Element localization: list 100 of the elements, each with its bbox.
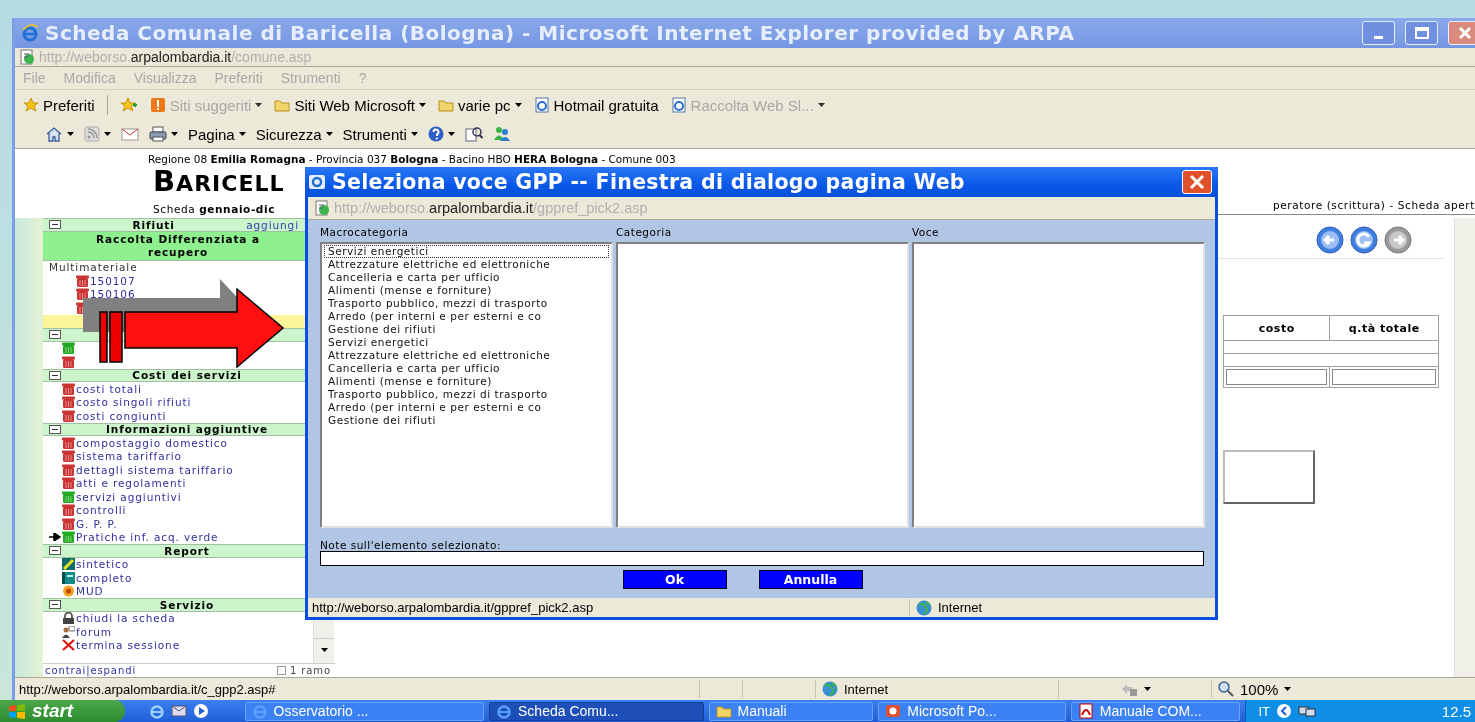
list-option[interactable]: Cancelleria e carta per ufficio [324, 271, 609, 284]
list-option[interactable]: Alimenti (mense e forniture) [324, 375, 609, 388]
sidebar-link[interactable]: chiudi la scheda [76, 612, 176, 625]
notes-field[interactable] [320, 551, 1204, 566]
print-icon[interactable] [149, 126, 167, 142]
start-button[interactable]: start [0, 700, 125, 722]
collapse-toggle[interactable] [49, 330, 61, 340]
help-icon[interactable] [427, 126, 444, 142]
sidebar-link[interactable]: G. P. P. [76, 517, 118, 530]
sidebar-link[interactable]: 150106 [90, 288, 136, 301]
sidebar-link[interactable]: MUD [76, 585, 104, 598]
caret-icon [1143, 687, 1151, 691]
input-field[interactable] [1332, 369, 1436, 385]
sidebar-link[interactable]: servizi aggiuntivi [76, 490, 182, 503]
checkbox[interactable] [276, 666, 286, 675]
cross-icon [62, 639, 75, 652]
text-box[interactable] [1223, 450, 1315, 504]
toolbar-menu[interactable]: Pagina [188, 125, 246, 143]
folder-icon [438, 98, 454, 112]
address-field[interactable]: http://weborso.arpalombardia.it/comune.asp [39, 49, 1475, 65]
list-option[interactable]: Alimenti (mense e forniture) [324, 284, 609, 297]
research-icon[interactable] [464, 126, 483, 142]
list-option[interactable]: Servizi energetici [324, 336, 609, 349]
taskbar-button[interactable]: Osservatorio ... [244, 701, 484, 721]
list-option[interactable]: Attrezzature elettriche ed elettroniche [324, 258, 609, 271]
collapse-toggle[interactable] [49, 600, 61, 610]
sidebar-link[interactable]: costi congiunti [76, 409, 167, 422]
sidebar-link[interactable]: termina sessione [76, 639, 180, 652]
taskbar-button[interactable]: Manuale COM... [1070, 701, 1241, 721]
list-option[interactable]: Arredo (per interni e per esterni e co [324, 310, 609, 323]
sidebar-link[interactable]: compostaggio domestico [76, 436, 228, 449]
sidebar-link[interactable]: costi totali [76, 382, 142, 395]
list-option[interactable]: Cancelleria e carta per ufficio [324, 362, 609, 375]
refresh-button[interactable] [1350, 226, 1378, 254]
list-option[interactable]: Attrezzature elettriche ed elettroniche [324, 349, 609, 362]
favorites-item[interactable]: Siti Web Microsoft [274, 96, 426, 114]
toolbar-button[interactable] [45, 126, 74, 142]
toolbar-button[interactable] [427, 126, 455, 142]
media-player-icon[interactable] [192, 703, 209, 719]
taskbar-button[interactable]: Scheda Comu... [489, 701, 704, 721]
page-heading: BARICELL [153, 166, 285, 199]
network-icon[interactable] [1298, 703, 1317, 719]
toolbar-button[interactable] [149, 126, 178, 142]
collapse-toggle[interactable] [49, 220, 61, 230]
sidebar-link[interactable]: dettagli sistema tariffario [76, 463, 234, 476]
collapse-toggle[interactable] [49, 370, 61, 380]
folder-icon [274, 98, 291, 112]
toolbar-menu[interactable]: Strumenti [342, 125, 418, 143]
input-field[interactable] [1226, 369, 1328, 385]
list-option[interactable]: Gestione dei rifiuti [324, 414, 609, 427]
sidebar-link[interactable]: 150107 [90, 274, 136, 287]
web-page-icon [533, 97, 550, 113]
sidebar-link[interactable]: atti e regolamenti [76, 477, 187, 490]
sidebar-link[interactable]: sistema tariffario [76, 450, 182, 463]
list-label: Macrocategoria [320, 226, 410, 240]
sidebar-link[interactable]: sintetico [76, 558, 129, 571]
people-icon [62, 625, 75, 638]
toolbar-button[interactable] [84, 126, 111, 142]
expand-collapse-link[interactable]: contrai|espandi [45, 665, 137, 676]
taskbar-button[interactable]: Manuali [708, 701, 874, 721]
favorites-item[interactable]: varie pc [438, 96, 522, 114]
ok-button[interactable]: Ok [622, 570, 727, 589]
minimize-button[interactable] [1362, 21, 1395, 45]
close-button[interactable] [1448, 21, 1475, 45]
add-link[interactable]: aggiungi [246, 218, 299, 231]
sidebar-link[interactable]: Pratiche inf. acq. verde [76, 531, 219, 544]
messenger-icon[interactable] [492, 126, 511, 142]
close-icon [1457, 26, 1472, 40]
checkbox-label: 1 ramo [289, 665, 331, 676]
sidebar-link[interactable]: controlli [76, 504, 127, 517]
status-url: http://weborso.arpalombardia.it/gppref_pick2.asp [311, 600, 595, 615]
favorites-item[interactable]: Preferiti [23, 96, 95, 114]
mail-icon[interactable] [170, 703, 187, 719]
taskbar-button[interactable]: Microsoft Po... [878, 701, 1066, 721]
list-option[interactable]: Trasporto pubblico, mezzi di trasporto [324, 388, 609, 401]
add-favorite-icon[interactable] [119, 97, 138, 113]
list-option[interactable]: Trasporto pubblico, mezzi di trasporto [324, 297, 609, 310]
back-button[interactable] [1316, 226, 1344, 254]
favorites-item[interactable]: Hotmail gratuita [533, 96, 659, 114]
browser-icon[interactable] [148, 703, 165, 719]
collapse-toggle[interactable] [49, 424, 61, 434]
maximize-button[interactable] [1405, 21, 1438, 45]
list-box[interactable] [320, 242, 613, 528]
sidebar-link[interactable]: forum [76, 625, 112, 638]
list-option[interactable]: Gestione dei rifiuti [324, 323, 609, 336]
page-icon [19, 49, 35, 65]
toolbar-menu[interactable]: Sicurezza [255, 125, 333, 143]
zoom-control[interactable]: 100% [1211, 680, 1344, 698]
tray-expand-icon[interactable] [1276, 703, 1293, 719]
mail-icon[interactable] [121, 127, 139, 141]
dialog-title: Seleziona voce GPP -- Finestra di dialogo pagina Web [332, 170, 966, 194]
sidebar-link[interactable]: costo singoli rifiuti [76, 396, 192, 409]
sidebar-link[interactable]: completo [76, 571, 133, 584]
home-icon[interactable] [45, 126, 63, 142]
security-zone: Internet [844, 681, 889, 697]
scrollbar[interactable] [1454, 218, 1475, 677]
collapse-toggle[interactable] [49, 546, 61, 556]
list-option[interactable]: Arredo (per interni e per esterni e co [324, 401, 609, 414]
cancel-button[interactable]: Annulla [758, 570, 863, 589]
list-option[interactable]: Servizi energetici [324, 245, 609, 258]
